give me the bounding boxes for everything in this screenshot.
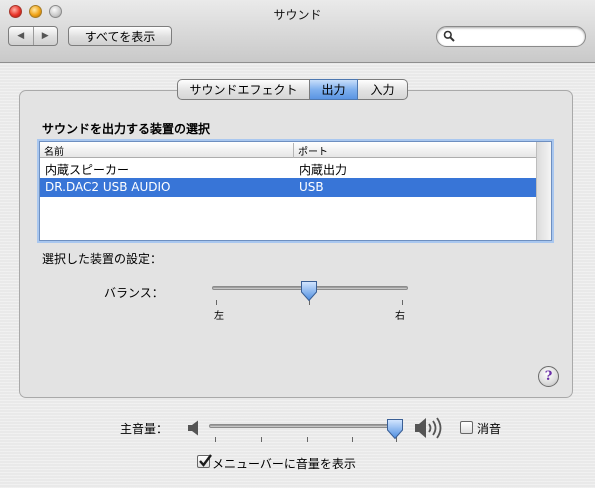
tab-input[interactable]: 入力 [358, 79, 408, 100]
tab-bar: サウンドエフェクト 出力 入力 [177, 79, 408, 100]
device-settings-label: 選択した装置の設定： [42, 252, 163, 266]
table-scrollbar[interactable] [536, 142, 551, 240]
volume-tick [352, 437, 353, 442]
volume-tick [215, 437, 216, 442]
search-field[interactable] [436, 26, 586, 47]
column-header-port[interactable]: ポート [298, 143, 328, 158]
help-button[interactable]: ? [538, 366, 559, 387]
table-row[interactable]: 内蔵スピーカー 内蔵出力 [40, 159, 537, 178]
device-name: DR.DAC2 USB AUDIO [45, 180, 171, 194]
search-icon [443, 30, 455, 42]
window-title: サウンド [273, 8, 322, 22]
balance-tick [216, 300, 217, 305]
balance-slider-thumb[interactable] [300, 280, 318, 302]
table-row-selected[interactable]: DR.DAC2 USB AUDIO USB [40, 178, 537, 197]
balance-right-label: 右 [395, 311, 405, 322]
table-header: 名前 ポート [40, 142, 537, 158]
speaker-low-icon [188, 420, 198, 436]
device-table: 名前 ポート 内蔵スピーカー 内蔵出力 DR.DAC2 USB AUDIO US… [39, 141, 552, 241]
balance-left-label: 左 [214, 311, 224, 322]
speaker-high-icon [415, 417, 442, 439]
forward-button[interactable]: ▶ [34, 27, 58, 45]
show-volume-in-menubar-label: メニューバーに音量を表示 [212, 457, 356, 471]
output-device-heading: サウンドを出力する装置の選択 [42, 122, 211, 136]
volume-tick [261, 437, 262, 442]
balance-label: バランス： [104, 286, 164, 300]
mute-label: 消音 [477, 422, 502, 436]
window-toolbar: サウンド ◀ ▶ すべてを表示 [0, 0, 595, 63]
tab-sound-effects[interactable]: サウンドエフェクト [177, 79, 310, 100]
balance-tick [402, 300, 403, 305]
device-port: USB [299, 180, 324, 194]
volume-slider-thumb[interactable] [386, 418, 404, 440]
column-divider [293, 143, 294, 158]
back-forward-buttons: ◀ ▶ [8, 26, 58, 46]
device-port: 内蔵出力 [299, 163, 348, 177]
tab-output[interactable]: 出力 [310, 79, 358, 100]
volume-slider-track[interactable] [209, 424, 403, 428]
show-volume-in-menubar-checkbox[interactable] [197, 454, 212, 468]
mute-checkbox[interactable] [460, 421, 473, 434]
column-header-name[interactable]: 名前 [44, 143, 64, 158]
volume-tick [307, 437, 308, 442]
main-volume-label: 主音量： [120, 422, 169, 436]
back-button[interactable]: ◀ [9, 27, 34, 45]
checkmark-icon [199, 454, 212, 467]
show-all-button[interactable]: すべてを表示 [68, 26, 172, 46]
device-name: 内蔵スピーカー [45, 163, 130, 177]
